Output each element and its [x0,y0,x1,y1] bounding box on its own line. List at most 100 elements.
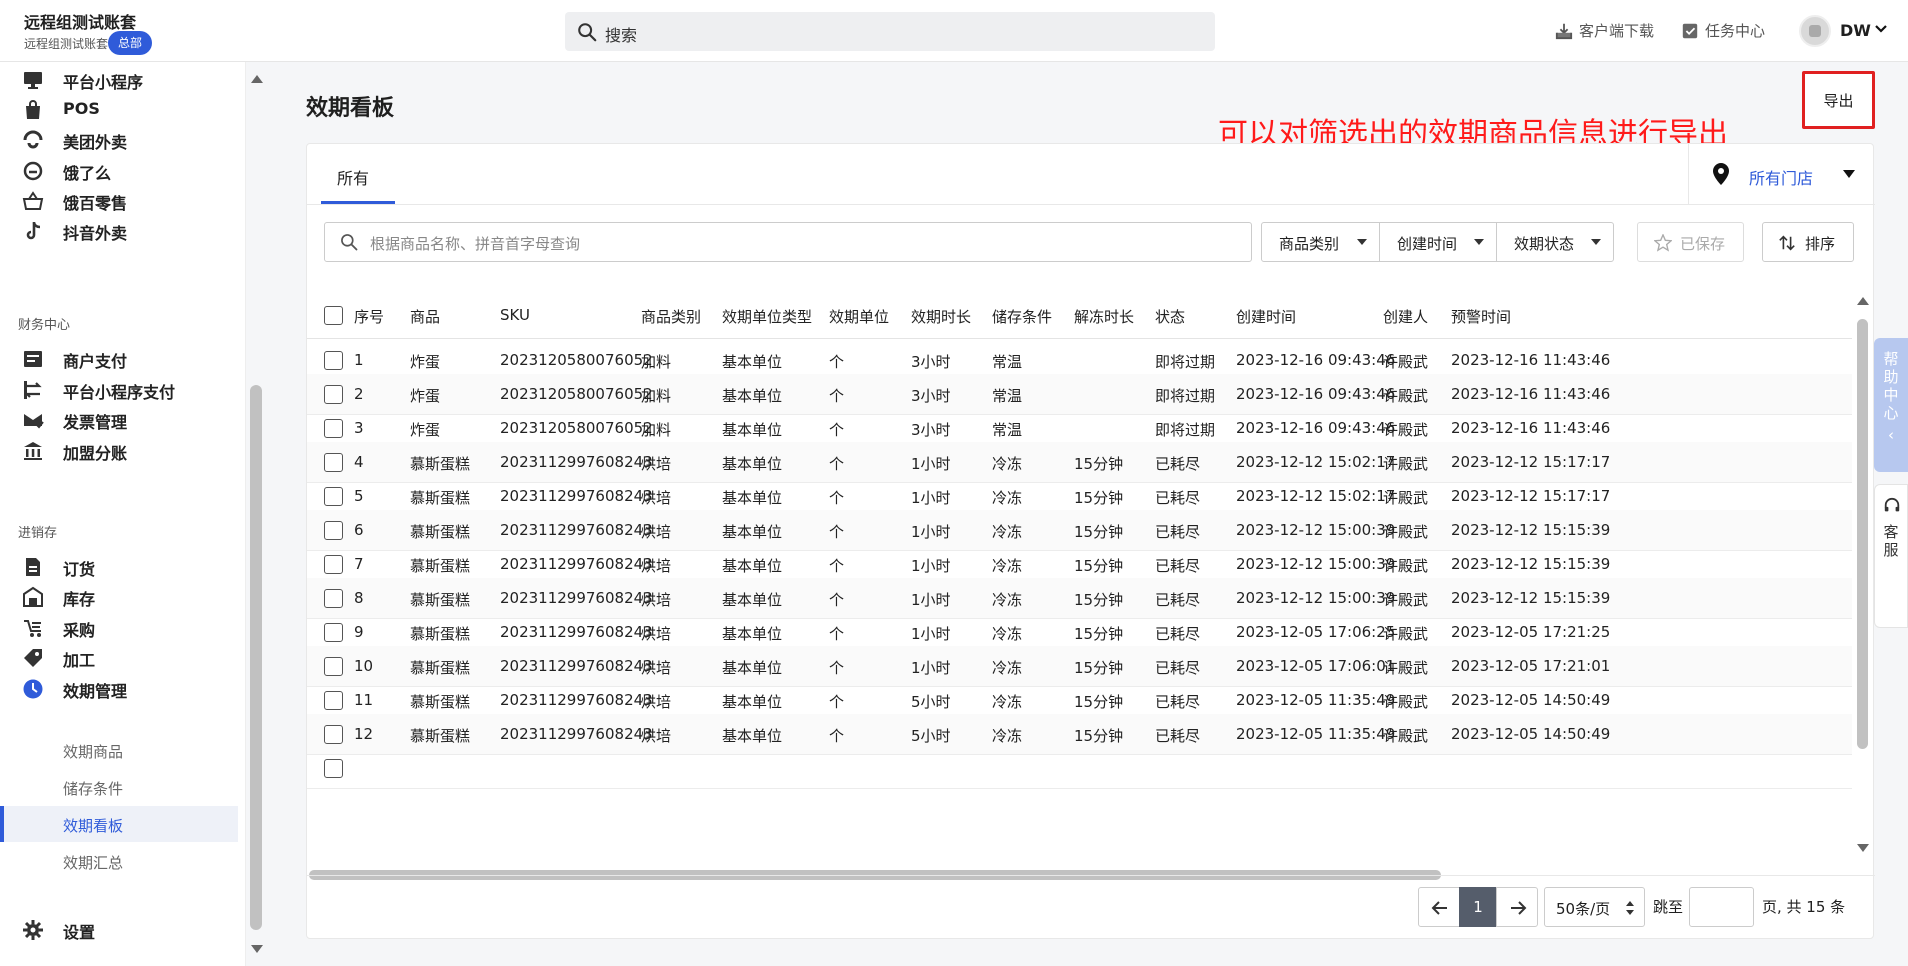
sidebar-item-order[interactable]: 订货 [0,549,238,583]
sidebar-item-pos[interactable]: POS [0,92,238,126]
table-cell: 5 [354,487,364,505]
row-checkbox[interactable] [324,623,343,642]
sidebar-group-finance: 财务中心 [18,318,71,333]
sidebar-item-label: POS [63,99,100,118]
sidebar-item-purchase[interactable]: 采购 [0,610,238,644]
table-cell: 个 [829,387,845,405]
prev-page-button[interactable] [1418,887,1460,927]
task-icon [1682,23,1698,38]
table-cell: 慕斯蛋糕 [410,693,471,711]
row-checkbox[interactable] [324,691,343,710]
column-header: 解冻时长 [1074,308,1135,326]
table-cell: 个 [829,693,845,711]
download-link[interactable]: 客户端下载 [1555,20,1654,41]
created-time-filter-dropdown[interactable]: 创建时间 [1379,222,1497,262]
sidebar-item-franchise[interactable]: 加盟分账 [0,433,238,467]
row-checkbox[interactable] [324,385,343,404]
table-cell: 加料 [641,421,672,439]
row-checkbox[interactable] [324,657,343,676]
headset-icon [1884,497,1900,512]
global-search[interactable]: 搜索 [565,12,1215,51]
sidebar-sub-expiry-products[interactable]: 效期商品 [63,741,123,762]
task-center-label: 任务中心 [1705,22,1766,40]
sidebar-item-stock[interactable]: 库存 [0,579,238,613]
tab-all[interactable]: 所有 [337,165,369,189]
sidebar-scrollbar[interactable] [250,385,262,930]
avatar[interactable] [1799,15,1831,47]
sidebar-item-ebai[interactable]: 饿百零售 [0,183,238,217]
table-cell: 2023-12-05 11:35:49 [1236,691,1396,709]
row-checkbox[interactable] [324,419,343,438]
page-size-select[interactable]: 50条/页 [1544,887,1645,927]
row-checkbox[interactable] [324,453,343,472]
saved-label: 已保存 [1680,235,1726,253]
jump-to-page-input[interactable] [1689,887,1754,927]
help-center-tab[interactable]: 帮助中心 ‹ [1874,338,1908,472]
row-checkbox[interactable] [324,589,343,608]
sidebar-item-douyin[interactable]: 抖音外卖 [0,213,238,247]
chevron-down-icon[interactable] [1874,22,1888,36]
table-cell: 2023112997608243 [500,623,653,641]
sidebar-sub-expiry-board[interactable]: 效期看板 [63,815,123,836]
table-cell: 2023112997608243 [500,521,653,539]
table-cell: 常温 [992,421,1023,439]
table-cell: 2023-12-12 15:17:17 [1451,453,1611,471]
sidebar-sub-expiry-summary[interactable]: 效期汇总 [63,852,123,873]
row-checkbox[interactable] [324,725,343,744]
scroll-down-icon[interactable] [250,944,264,954]
scroll-up-icon[interactable] [250,74,264,84]
category-filter-dropdown[interactable]: 商品类别 [1261,222,1380,262]
export-button[interactable]: 导出 [1802,71,1875,129]
sidebar-item-settings[interactable]: 设置 [0,912,238,946]
current-page[interactable]: 1 [1459,887,1497,927]
table-vertical-scroll-thumb[interactable] [1857,319,1868,749]
sidebar-item-processing[interactable]: 加工 [0,640,238,674]
select-all-checkbox[interactable] [324,306,343,325]
sidebar-item-mini-program[interactable]: 平台小程序 [0,62,238,96]
meituan-icon [23,130,43,149]
bank-icon [24,442,42,460]
table-cell: 烘培 [641,693,672,711]
caret-down-icon[interactable] [1843,170,1855,178]
table-cell: 烘培 [641,455,672,473]
store-selector[interactable]: 所有门店 [1749,165,1813,189]
table-cell: 许殿武 [1383,353,1429,371]
store-separator [1688,144,1689,204]
sidebar-item-eleme[interactable]: 饿了么 [0,153,238,187]
next-page-button[interactable] [1496,887,1538,927]
table-cell: 已耗尽 [1155,727,1201,745]
table-cell: 个 [829,557,845,575]
row-checkbox[interactable] [324,759,343,778]
caret-down-icon [1591,239,1601,245]
scroll-up-icon[interactable] [1856,296,1870,306]
row-checkbox[interactable] [324,521,343,540]
table-cell: 冷冻 [992,659,1023,677]
table-cell: 常温 [992,353,1023,371]
table-cell: 2023-12-12 15:15:39 [1451,589,1611,607]
table-cell: 1小时 [911,591,951,609]
scroll-down-icon[interactable] [1856,843,1870,853]
column-header: 储存条件 [992,308,1053,326]
sidebar-item-expiry-mgmt[interactable]: 效期管理 [0,671,238,705]
sidebar-item-invoice[interactable]: 发票管理 [0,402,238,436]
task-center-link[interactable]: 任务中心 [1681,20,1765,41]
expiry-status-filter-dropdown[interactable]: 效期状态 [1496,222,1614,262]
saved-button[interactable]: 已保存 [1637,222,1744,262]
sidebar-item-meituan[interactable]: 美团外卖 [0,122,238,156]
table-cell: 4 [354,453,364,471]
table-cell: 1小时 [911,489,951,507]
sidebar-item-merchant-pay[interactable]: 商户支付 [0,341,238,375]
user-initials[interactable]: DW [1840,21,1871,40]
sidebar-item-mini-pay[interactable]: 平台小程序支付 [0,372,238,406]
customer-service-tab[interactable]: 客服 [1874,484,1908,628]
exchange-icon [24,381,42,399]
sort-button[interactable]: 排序 [1762,222,1854,262]
table-cell: 15分钟 [1074,625,1124,643]
product-search-input[interactable]: 根据商品名称、拼音首字母查询 [324,222,1252,262]
row-checkbox[interactable] [324,351,343,370]
account-name[interactable]: 远程组测试账套 [24,9,136,33]
sidebar-sub-storage[interactable]: 储存条件 [63,778,123,799]
row-checkbox[interactable] [324,487,343,506]
sidebar-item-label: 库存 [63,590,96,609]
row-checkbox[interactable] [324,555,343,574]
